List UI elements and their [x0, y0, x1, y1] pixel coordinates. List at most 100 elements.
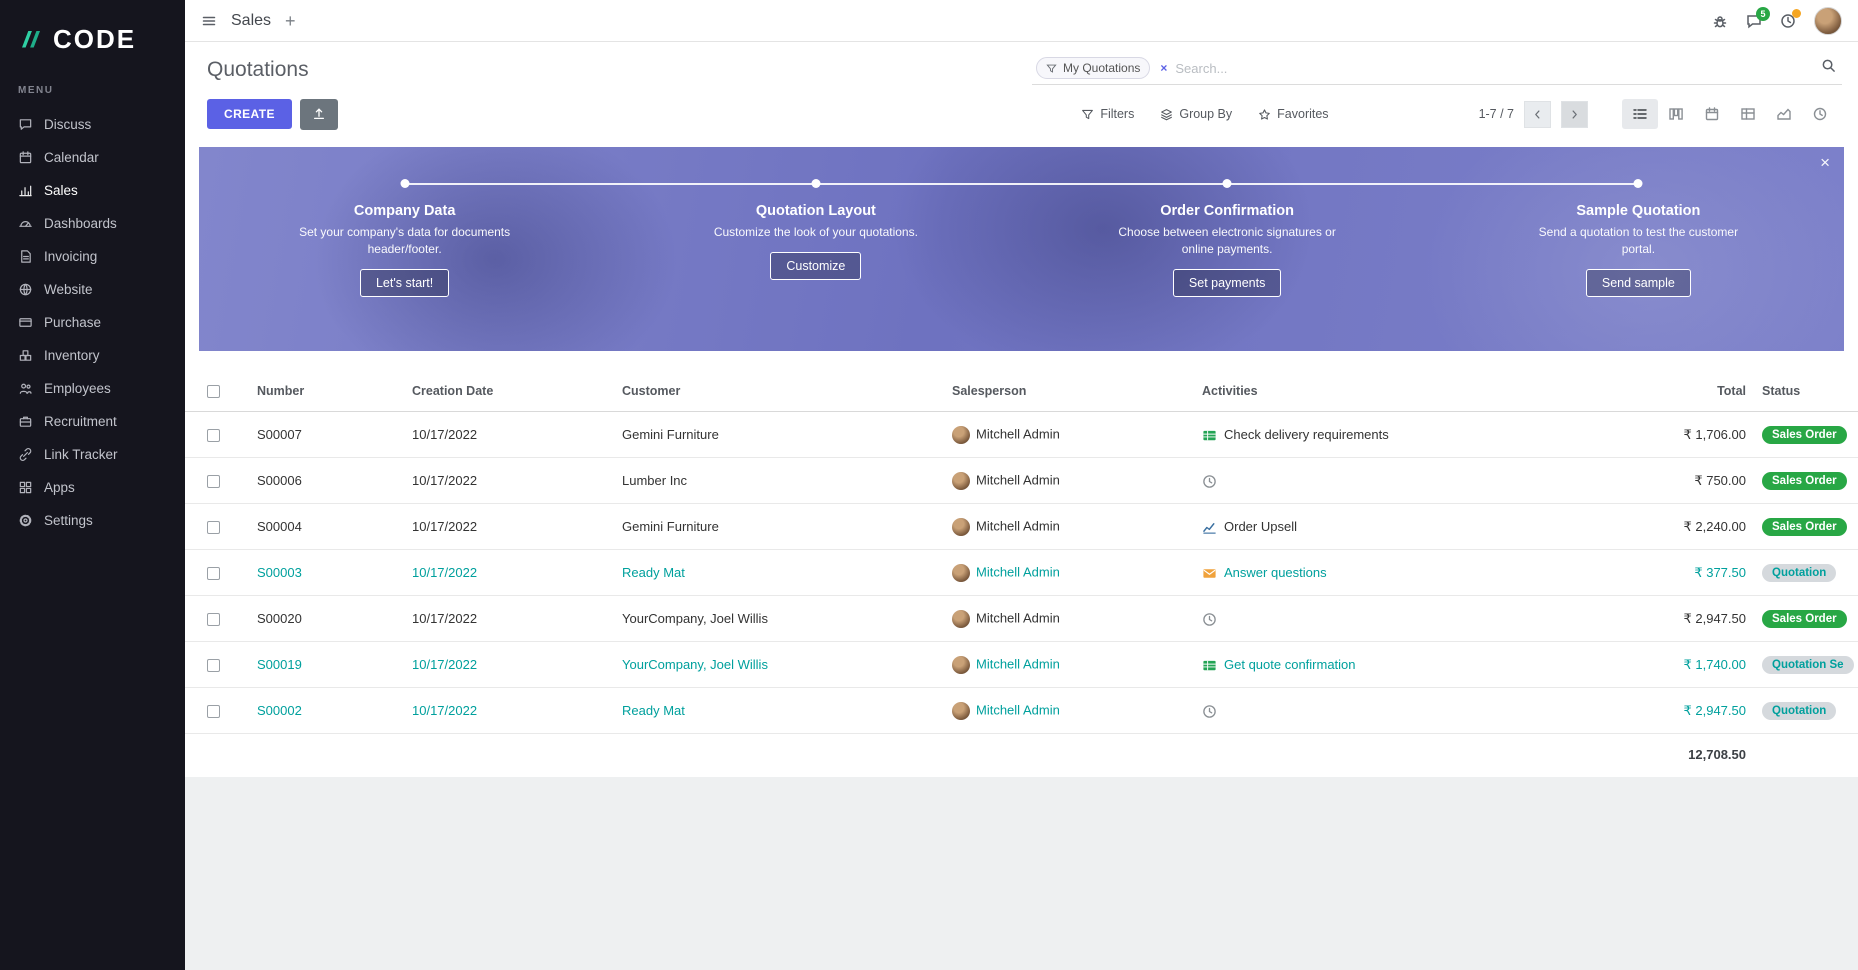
employees-icon	[18, 381, 33, 396]
table-row[interactable]: S00002 10/17/2022 Ready Mat Mitchell Adm…	[185, 688, 1858, 734]
activity-chart-icon[interactable]	[1202, 520, 1217, 535]
sidebar-item-website[interactable]: Website	[0, 273, 185, 306]
onboarding-step-company-data: Company Data Set your company's data for…	[199, 203, 610, 351]
customize-button[interactable]: Customize	[770, 252, 861, 280]
step-dot	[1634, 179, 1643, 188]
activity-view-button[interactable]	[1802, 99, 1838, 129]
customer-name: Gemini Furniture	[622, 427, 719, 442]
row-checkbox[interactable]	[207, 705, 220, 718]
salesperson-name: Mitchell Admin	[976, 610, 1060, 625]
activities-clock-icon[interactable]	[1780, 13, 1796, 29]
activity-grid-icon[interactable]	[1202, 658, 1217, 673]
activity-clock-icon[interactable]	[1202, 474, 1217, 489]
activity-grid-icon[interactable]	[1202, 428, 1217, 443]
activity-label[interactable]: Get quote confirmation	[1224, 657, 1356, 672]
favorites-button[interactable]: Favorites	[1258, 107, 1328, 121]
salesperson-name: Mitchell Admin	[976, 518, 1060, 533]
activity-envelope-icon[interactable]	[1202, 566, 1217, 581]
search-icon[interactable]	[1821, 58, 1836, 78]
column-header-customer[interactable]: Customer	[614, 371, 944, 412]
search-input[interactable]	[1175, 61, 1813, 76]
search-facet[interactable]: My Quotations	[1036, 57, 1150, 79]
salesperson-name: Mitchell Admin	[976, 656, 1060, 671]
table-row[interactable]: S00007 10/17/2022 Gemini Furniture Mitch…	[185, 412, 1858, 458]
column-header-creation-date[interactable]: Creation Date	[404, 371, 614, 412]
activities-alert-dot	[1792, 9, 1801, 18]
pager-next-button[interactable]	[1561, 101, 1588, 128]
app-logo[interactable]: CODE	[0, 0, 185, 85]
pivot-view-icon	[1740, 106, 1756, 122]
star-icon	[1258, 108, 1271, 121]
sidebar-item-inventory[interactable]: Inventory	[0, 339, 185, 372]
filters-button[interactable]: Filters	[1081, 107, 1134, 121]
facet-remove-icon[interactable]: ×	[1160, 61, 1167, 75]
sidebar-item-settings[interactable]: Settings	[0, 504, 185, 537]
table-row[interactable]: S00003 10/17/2022 Ready Mat Mitchell Adm…	[185, 550, 1858, 596]
column-header-status[interactable]: Status	[1754, 371, 1858, 412]
select-all-checkbox[interactable]	[207, 385, 220, 398]
column-header-activities[interactable]: Activities	[1194, 371, 1614, 412]
sidebar-item-discuss[interactable]: Discuss	[0, 108, 185, 141]
row-checkbox[interactable]	[207, 567, 220, 580]
debug-bug-icon[interactable]	[1712, 13, 1728, 29]
inventory-icon	[18, 348, 33, 363]
calendar-view-button[interactable]	[1694, 99, 1730, 129]
table-row[interactable]: S00004 10/17/2022 Gemini Furniture Mitch…	[185, 504, 1858, 550]
sidebar-item-label: Discuss	[44, 117, 91, 132]
salesperson-avatar	[952, 472, 970, 490]
status-badge: Quotation	[1762, 702, 1836, 720]
messages-count-badge: 5	[1756, 7, 1770, 21]
table-row[interactable]: S00006 10/17/2022 Lumber Inc Mitchell Ad…	[185, 458, 1858, 504]
main-area: Sales + 5	[185, 0, 1858, 970]
sidebar-item-invoicing[interactable]: Invoicing	[0, 240, 185, 273]
customer-name: Ready Mat	[622, 703, 685, 718]
column-header-total[interactable]: Total	[1614, 371, 1754, 412]
column-header-salesperson[interactable]: Salesperson	[944, 371, 1194, 412]
website-icon	[18, 282, 33, 297]
sidebar-item-apps[interactable]: Apps	[0, 471, 185, 504]
sidebar-item-dashboards[interactable]: Dashboards	[0, 207, 185, 240]
kanban-view-button[interactable]	[1658, 99, 1694, 129]
row-checkbox[interactable]	[207, 475, 220, 488]
row-checkbox[interactable]	[207, 521, 220, 534]
sidebar-item-sales[interactable]: Sales	[0, 174, 185, 207]
hamburger-menu-icon[interactable]	[201, 13, 217, 29]
send-sample-button[interactable]: Send sample	[1586, 269, 1691, 297]
list-view-button[interactable]	[1622, 99, 1658, 129]
group-by-button[interactable]: Group By	[1160, 107, 1232, 121]
onboarding-progress-track	[405, 183, 1639, 185]
sidebar-item-calendar[interactable]: Calendar	[0, 141, 185, 174]
lets-start-button[interactable]: Let's start!	[360, 269, 449, 297]
row-checkbox[interactable]	[207, 659, 220, 672]
graph-view-button[interactable]	[1766, 99, 1802, 129]
set-payments-button[interactable]: Set payments	[1173, 269, 1281, 297]
salesperson-avatar	[952, 426, 970, 444]
upload-button[interactable]	[300, 99, 338, 130]
search-bar[interactable]: My Quotations ×	[1032, 54, 1842, 85]
app-title[interactable]: Sales	[231, 12, 271, 30]
table-row[interactable]: S00019 10/17/2022 YourCompany, Joel Will…	[185, 642, 1858, 688]
row-checkbox[interactable]	[207, 613, 220, 626]
user-avatar[interactable]	[1814, 7, 1842, 35]
sidebar-item-link-tracker[interactable]: Link Tracker	[0, 438, 185, 471]
activity-label[interactable]: Check delivery requirements	[1224, 427, 1389, 442]
filter-icon	[1081, 108, 1094, 121]
plus-icon[interactable]: +	[285, 12, 296, 30]
quotations-table: Number Creation Date Customer Salesperso…	[185, 371, 1858, 776]
table-row[interactable]: S00020 10/17/2022 YourCompany, Joel Will…	[185, 596, 1858, 642]
sidebar-item-recruitment[interactable]: Recruitment	[0, 405, 185, 438]
pivot-view-button[interactable]	[1730, 99, 1766, 129]
activity-label[interactable]: Answer questions	[1224, 565, 1327, 580]
sidebar-item-employees[interactable]: Employees	[0, 372, 185, 405]
activity-label[interactable]: Order Upsell	[1224, 519, 1297, 534]
pager-previous-button[interactable]	[1524, 101, 1551, 128]
column-header-number[interactable]: Number	[249, 371, 404, 412]
activity-clock-icon[interactable]	[1202, 612, 1217, 627]
sidebar-item-purchase[interactable]: Purchase	[0, 306, 185, 339]
close-icon[interactable]: ×	[1820, 153, 1830, 173]
logo-text: CODE	[53, 24, 136, 55]
activity-clock-icon[interactable]	[1202, 704, 1217, 719]
create-button[interactable]: CREATE	[207, 99, 292, 129]
row-checkbox[interactable]	[207, 429, 220, 442]
messages-icon[interactable]: 5	[1746, 13, 1762, 29]
